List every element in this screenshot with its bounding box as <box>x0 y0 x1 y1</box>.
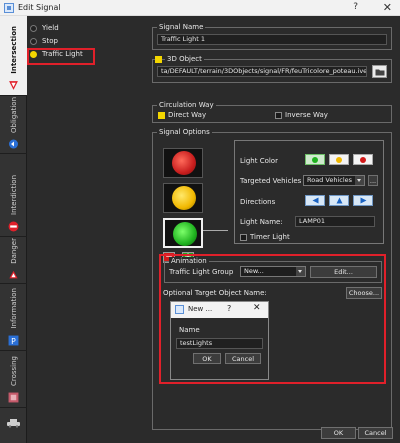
direction-left-button[interactable] <box>305 195 325 206</box>
category-tab-strip: Intersection Obligation Interdiction Dan… <box>0 16 27 443</box>
color-red-button[interactable] <box>353 154 373 165</box>
direct-way-checkbox[interactable] <box>158 112 165 119</box>
crossing-sign-icon <box>8 392 19 403</box>
tab-interdiction[interactable]: Interdiction <box>0 155 27 237</box>
cancel-button[interactable]: Cancel <box>358 427 393 439</box>
tab-crossing[interactable]: Crossing <box>0 352 27 408</box>
signal-name-input[interactable]: Traffic Light 1 <box>157 34 387 45</box>
choose-target-button[interactable]: Choose... <box>346 287 382 299</box>
targeted-vehicles-select[interactable]: Road Vehicles <box>303 175 365 186</box>
green-light-icon <box>173 222 197 246</box>
warning-triangle-icon <box>9 270 18 279</box>
new-group-close-button[interactable]: ✕ <box>253 303 261 313</box>
timer-light-checkbox[interactable] <box>240 234 247 241</box>
close-button[interactable]: ✕ <box>383 1 392 14</box>
parking-sign-icon: P <box>8 335 19 346</box>
no-entry-icon <box>8 221 19 232</box>
signal-type-stop[interactable]: Stop <box>28 35 128 48</box>
ok-button[interactable]: OK <box>321 427 356 439</box>
object3d-checkbox[interactable] <box>155 56 162 63</box>
arrow-left-icon <box>312 197 319 204</box>
light-cell-green[interactable] <box>163 218 203 248</box>
new-group-help-button[interactable]: ? <box>227 304 231 313</box>
targeted-vehicles-more-button[interactable]: ... <box>368 175 378 186</box>
light-name-input[interactable]: LAMP01 <box>295 216 375 227</box>
browse-folder-button[interactable] <box>372 65 387 78</box>
tab-intersection[interactable]: Intersection <box>0 16 27 96</box>
object3d-group: 3D Object ta/DEFAULT/terrain/3DObjects/s… <box>152 55 392 83</box>
new-group-name-input[interactable]: testLights <box>176 338 263 349</box>
tab-danger[interactable]: Danger <box>0 238 27 284</box>
arrow-right-icon <box>360 197 367 204</box>
chevron-down-icon <box>296 267 305 276</box>
red-dot-icon <box>360 157 366 163</box>
tab-obligation[interactable]: Obligation <box>0 97 27 154</box>
svg-text:P: P <box>11 337 16 346</box>
radio-yield[interactable] <box>30 25 37 32</box>
color-yellow-button[interactable] <box>329 154 349 165</box>
circulation-way-group: Circulation Way Direct Way Inverse Way <box>152 101 392 123</box>
warning-triangle-down-icon <box>9 81 18 90</box>
connector-line <box>203 230 228 231</box>
arrow-left-circle-icon <box>8 139 19 149</box>
red-light-icon <box>172 151 196 175</box>
directions-selector <box>305 195 385 206</box>
new-group-dialog-titlebar: New ... ? ✕ <box>171 302 268 318</box>
light-color-selector <box>305 154 385 165</box>
edit-group-button[interactable]: Edit... <box>310 266 377 278</box>
app-icon <box>175 305 184 314</box>
chevron-down-icon <box>355 176 364 185</box>
radio-stop[interactable] <box>30 38 37 45</box>
new-group-ok-button[interactable]: OK <box>193 353 221 364</box>
object3d-path-input[interactable]: ta/DEFAULT/terrain/3DObjects/signal/FR/f… <box>157 66 367 77</box>
light-properties-box: Light Color Targeted Vehicles Road Vehic… <box>234 140 384 244</box>
arrow-up-icon <box>336 197 343 204</box>
help-button[interactable]: ? <box>353 2 358 12</box>
green-dot-icon <box>312 157 318 163</box>
color-green-button[interactable] <box>305 154 325 165</box>
folder-icon <box>375 69 385 76</box>
edit-signal-window: Intersection Obligation Interdiction Dan… <box>0 16 400 443</box>
inverse-way-checkbox[interactable] <box>275 112 282 119</box>
traffic-light-group-select[interactable]: New... <box>240 266 306 277</box>
direction-forward-button[interactable] <box>329 195 349 206</box>
highlight-traffic-light <box>27 48 95 65</box>
yellow-dot-icon <box>336 157 342 163</box>
light-cell-red[interactable] <box>163 148 203 178</box>
animation-group: Animation Traffic Light Group New... Edi… <box>164 257 382 283</box>
direction-right-button[interactable] <box>353 195 373 206</box>
car-icon <box>7 419 20 428</box>
new-group-cancel-button[interactable]: Cancel <box>225 353 261 364</box>
app-icon <box>4 3 14 13</box>
signal-type-yield[interactable]: Yield <box>28 22 128 35</box>
yellow-light-icon <box>172 186 196 210</box>
light-cell-yellow[interactable] <box>163 183 203 213</box>
title-bar: Edit Signal ? ✕ <box>0 0 400 16</box>
tab-information[interactable]: Information P <box>0 285 27 351</box>
window-title: Edit Signal <box>18 3 61 12</box>
new-group-dialog: New ... ? ✕ Name testLights OK Cancel <box>170 301 269 380</box>
signal-name-group: Signal Name Traffic Light 1 <box>152 23 392 50</box>
